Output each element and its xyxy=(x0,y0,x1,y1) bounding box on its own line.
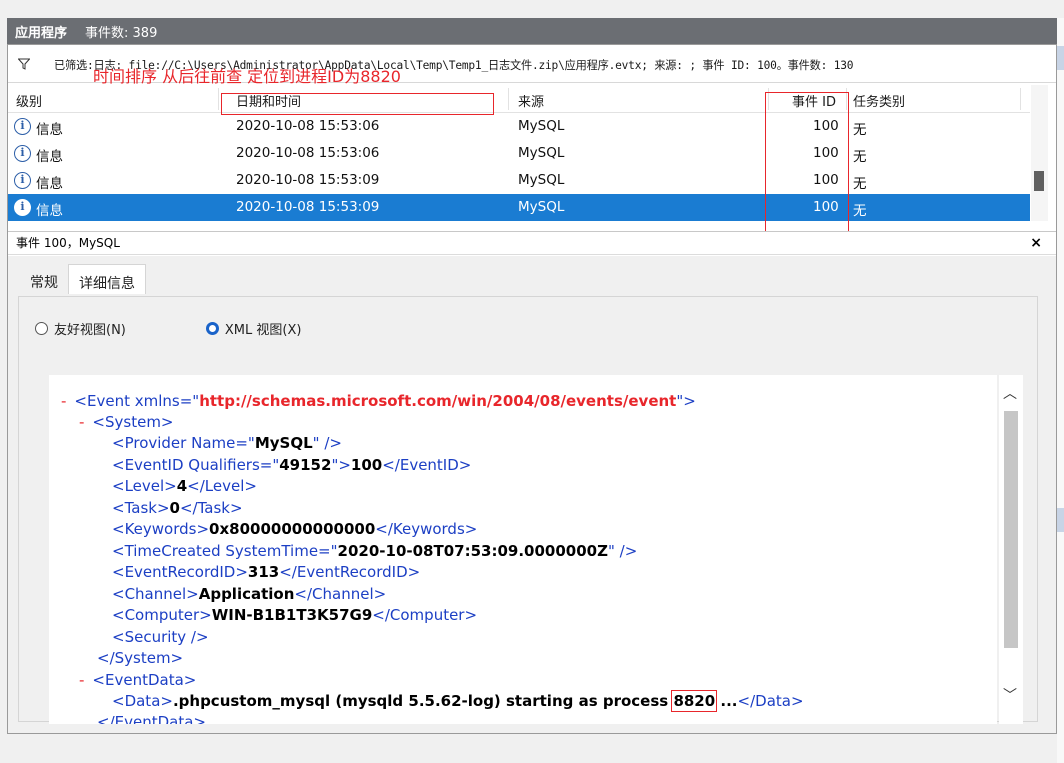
row-level: 信息 xyxy=(36,203,63,219)
row-task: 无 xyxy=(853,149,867,165)
radio-friendly-view[interactable]: 友好视图(N) xyxy=(35,319,126,338)
xml-data: <Data>.phpcustom_mysql (mysqld 5.5.62-lo… xyxy=(112,690,804,712)
filter-icon xyxy=(18,58,30,70)
pane-marker xyxy=(1057,508,1064,532)
annotation-box-event-id xyxy=(765,92,849,232)
collapse-toggle[interactable]: - xyxy=(79,413,84,431)
process-id-highlight: 8820 xyxy=(671,690,718,712)
xml-task: <Task>0</Task> xyxy=(112,499,243,517)
filter-bar: 已筛选:日志: file://C:\Users\Administrator\Ap… xyxy=(8,47,1056,86)
row-source: MySQL xyxy=(518,145,565,161)
column-source[interactable]: 来源 xyxy=(518,91,544,110)
xml-scroll-thumb[interactable] xyxy=(1004,411,1018,648)
row-task: 无 xyxy=(853,176,867,192)
event-viewer-window: 应用程序 事件数: 389 已筛选:日志: file://C:\Users\Ad… xyxy=(0,0,1064,763)
xml-system-close: </System> xyxy=(97,649,184,667)
row-source: MySQL xyxy=(518,199,565,215)
chevron-up-icon[interactable]: ︿ xyxy=(1003,383,1017,403)
grid-scroll-thumb[interactable] xyxy=(1034,171,1044,191)
radio-dot[interactable] xyxy=(35,322,48,335)
row-datetime: 2020-10-08 15:53:06 xyxy=(236,118,380,134)
log-title-bar: 应用程序 事件数: 389 xyxy=(7,18,1057,44)
radio-xml-view[interactable]: XML 视图(X) xyxy=(205,319,302,338)
radio-xml-label: XML 视图(X) xyxy=(224,323,302,338)
main-panel: 已筛选:日志: file://C:\Users\Administrator\Ap… xyxy=(7,44,1057,734)
row-source: MySQL xyxy=(518,118,565,134)
row-level: 信息 xyxy=(36,122,63,138)
row-task: 无 xyxy=(853,203,867,219)
xml-security: <Security /> xyxy=(112,628,209,646)
xml-eventdata-close: </EventData> xyxy=(97,713,206,724)
xml-provider: <Provider Name="MySQL" /> xyxy=(112,434,342,452)
detail-tabs: 常规 详细信息 xyxy=(20,264,146,294)
info-icon: i xyxy=(14,145,31,162)
info-icon: i xyxy=(14,118,31,135)
xml-view: - <Event xmlns="http://schemas.microsoft.… xyxy=(49,375,997,724)
xml-channel: <Channel>Application</Channel> xyxy=(112,585,387,603)
xml-timecreated: <TimeCreated SystemTime="2020-10-08T07:5… xyxy=(112,542,638,560)
xml-keywords: <Keywords>0x80000000000000</Keywords> xyxy=(112,520,478,538)
tab-general[interactable]: 常规 xyxy=(20,264,68,294)
radio-friendly-label: 友好视图(N) xyxy=(54,323,126,338)
xml-eventrecordid: <EventRecordID>313</EventRecordID> xyxy=(112,563,421,581)
column-level[interactable]: 级别 xyxy=(16,91,42,110)
xml-scrollbar[interactable]: ︿ ﹀ xyxy=(999,375,1023,724)
xml-eventid: <EventID Qualifiers="49152">100</EventID… xyxy=(112,456,472,474)
collapse-toggle[interactable]: - xyxy=(61,392,66,410)
detail-title: 事件 100，MySQL xyxy=(16,236,120,250)
chevron-down-icon[interactable]: ﹀ xyxy=(1003,685,1017,705)
radio-dot-selected[interactable] xyxy=(205,322,219,335)
xml-eventdata-open: - <EventData> xyxy=(79,671,197,689)
row-source: MySQL xyxy=(518,172,565,188)
xml-computer: <Computer>WIN-B1B1T3K57G9</Computer> xyxy=(112,606,478,624)
table-row-selected[interactable]: i 信息 2020-10-08 15:53:09 MySQL 100 无 xyxy=(8,194,1030,221)
annotation-box-datetime xyxy=(221,93,494,115)
xml-system-open: - <System> xyxy=(79,413,174,431)
column-task-category[interactable]: 任务类别 xyxy=(853,91,905,110)
pane-marker xyxy=(1057,46,1064,70)
detail-header: 事件 100，MySQL × xyxy=(8,231,1056,255)
row-level: 信息 xyxy=(36,176,63,192)
log-name: 应用程序 xyxy=(15,25,68,41)
event-count: 事件数: 389 xyxy=(85,25,158,41)
table-row[interactable]: i 信息 2020-10-08 15:53:09 MySQL 100 无 xyxy=(8,167,1030,194)
row-datetime: 2020-10-08 15:53:09 xyxy=(236,172,380,188)
row-level: 信息 xyxy=(36,149,63,165)
grid-scrollbar[interactable] xyxy=(1031,85,1048,221)
row-task: 无 xyxy=(853,122,867,138)
info-icon: i xyxy=(14,199,31,216)
detail-body: 常规 详细信息 友好视图(N) XML 视图(X) - <Event xmlns… xyxy=(8,256,1056,733)
row-datetime: 2020-10-08 15:53:09 xyxy=(236,199,380,215)
collapse-toggle[interactable]: - xyxy=(79,671,84,689)
right-action-pane-edge xyxy=(1057,18,1064,763)
annotation-note: 时间排序 从后往前查 定位到进程ID为8820 xyxy=(93,67,401,86)
event-grid: 级别 日期和时间 来源 事件 ID 任务类别 i 信息 2020-10-08 1… xyxy=(8,85,1030,232)
details-tab-page: 友好视图(N) XML 视图(X) - <Event xmlns="http://… xyxy=(18,296,1038,724)
table-row[interactable]: i 信息 2020-10-08 15:53:06 MySQL 100 无 xyxy=(8,113,1030,140)
view-mode-radios: 友好视图(N) XML 视图(X) xyxy=(35,319,381,338)
close-icon[interactable]: × xyxy=(1030,232,1042,254)
row-datetime: 2020-10-08 15:53:06 xyxy=(236,145,380,161)
xml-level: <Level>4</Level> xyxy=(112,477,257,495)
table-row[interactable]: i 信息 2020-10-08 15:53:06 MySQL 100 无 xyxy=(8,140,1030,167)
top-strip xyxy=(0,0,1064,18)
xml-event-open: - <Event xmlns="http://schemas.microsoft.… xyxy=(61,392,696,410)
tab-details[interactable]: 详细信息 xyxy=(68,264,146,294)
info-icon: i xyxy=(14,172,31,189)
grid-header: 级别 日期和时间 来源 事件 ID 任务类别 xyxy=(8,85,1030,113)
